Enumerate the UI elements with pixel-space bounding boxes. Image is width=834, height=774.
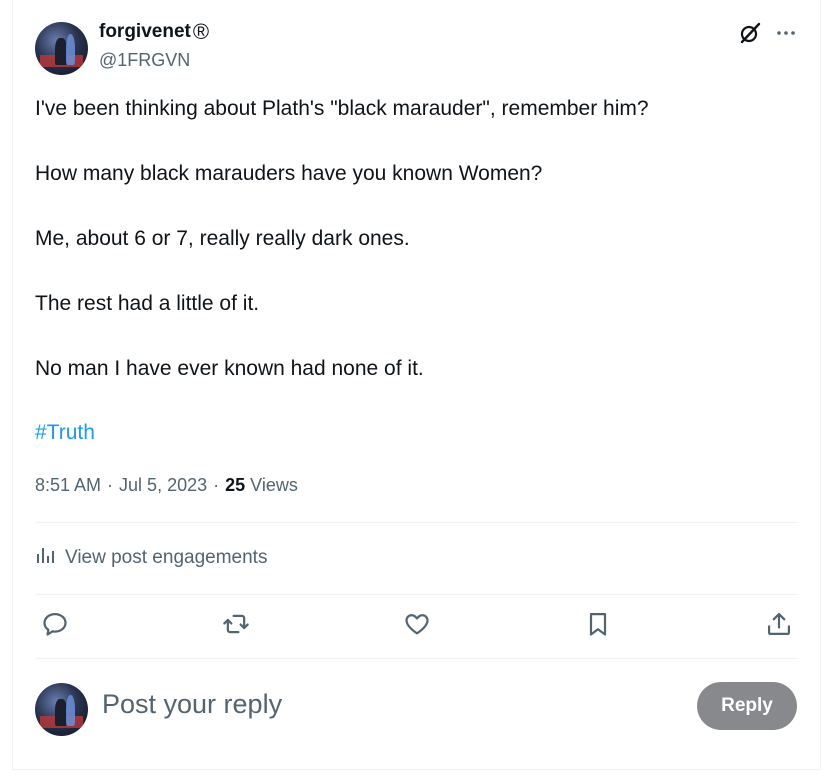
post-paragraph: No man I have ever known had none of it. <box>35 357 424 380</box>
like-button[interactable] <box>402 611 432 641</box>
divider <box>35 658 798 659</box>
divider <box>35 594 798 595</box>
divider <box>35 522 798 523</box>
more-icon[interactable] <box>774 21 798 45</box>
post-date[interactable]: Jul 5, 2023 <box>119 475 207 496</box>
author-name-text[interactable]: forgivenet <box>99 21 191 43</box>
post-paragraph: I've been thinking about Plath's "black … <box>35 97 649 120</box>
analytics-icon <box>35 545 55 571</box>
repost-button[interactable] <box>221 611 251 641</box>
registered-mark: ® <box>192 19 210 44</box>
share-button[interactable] <box>764 611 794 641</box>
post-paragraph: Me, about 6 or 7, really really dark one… <box>35 227 410 250</box>
reply-button[interactable] <box>40 611 70 641</box>
bookmark-button[interactable] <box>583 611 613 641</box>
bookmark-icon <box>584 610 612 643</box>
post-paragraph: How many black marauders have you known … <box>35 162 543 185</box>
user-avatar[interactable] <box>35 683 88 736</box>
author-avatar[interactable] <box>35 22 88 75</box>
meta-separator: · <box>213 475 220 495</box>
views-count: 25 <box>225 475 246 495</box>
reply-icon <box>41 610 69 643</box>
grok-icon[interactable] <box>738 21 762 45</box>
views-label: Views <box>250 475 298 495</box>
author-display-name[interactable]: forgivenet ® <box>99 21 209 43</box>
view-engagements-link[interactable]: View post engagements <box>35 545 267 571</box>
author-handle[interactable]: @1FRGVN <box>99 50 190 71</box>
reply-submit-button[interactable]: Reply <box>697 682 797 730</box>
post-paragraph: The rest had a little of it. <box>35 292 260 315</box>
repost-icon <box>222 610 250 643</box>
share-icon <box>765 610 793 643</box>
post-time[interactable]: 8:51 AM <box>35 475 101 496</box>
like-icon <box>403 610 431 643</box>
reply-input[interactable]: Post your reply <box>102 689 282 720</box>
post-meta: 8:51 AM · Jul 5, 2023 · 25 Views <box>35 475 298 496</box>
hashtag-link[interactable]: #Truth <box>35 418 95 448</box>
engagements-label: View post engagements <box>65 547 268 568</box>
post-text: I've been thinking about Plath's "black … <box>35 94 795 419</box>
meta-separator: · <box>107 475 114 495</box>
